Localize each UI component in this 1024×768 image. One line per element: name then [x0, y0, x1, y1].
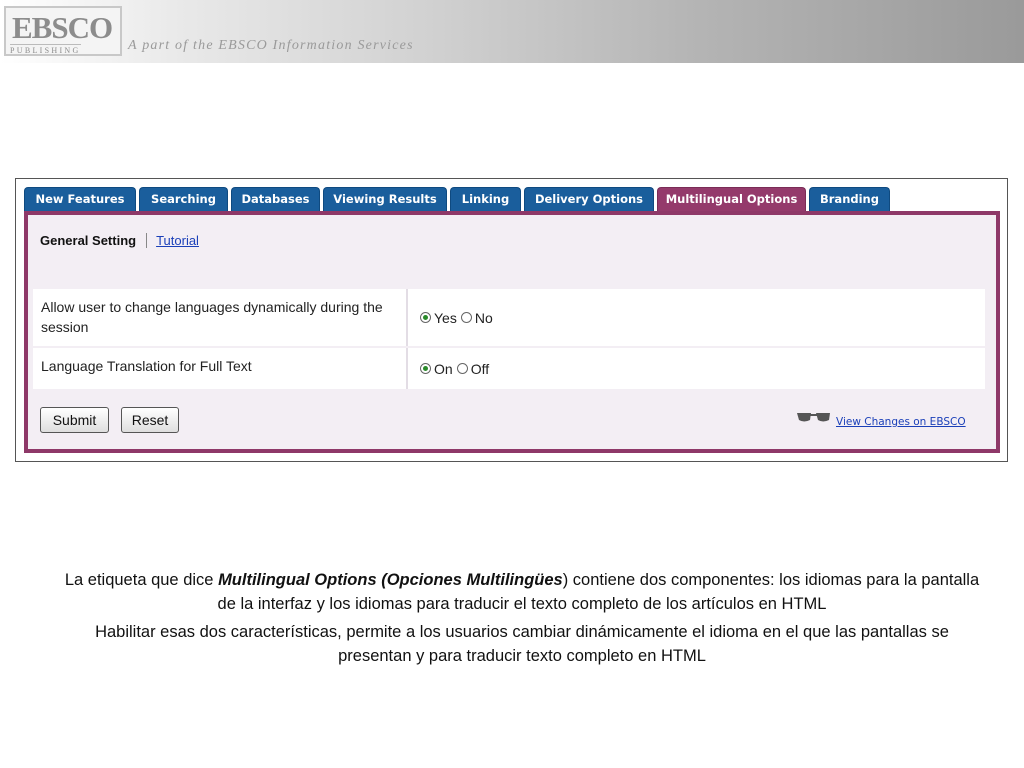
- radio-off[interactable]: [456, 363, 468, 374]
- tab-new-features[interactable]: New Features: [24, 187, 136, 212]
- header-banner: EBSCO PUBLISHING A part of the EBSCO Inf…: [0, 0, 1024, 63]
- reset-button[interactable]: Reset: [121, 407, 179, 433]
- logo-subtext: PUBLISHING: [10, 44, 81, 55]
- caption-paragraph-2: Habilitar esas dos características, perm…: [95, 623, 949, 665]
- ebsco-logo: EBSCO PUBLISHING: [4, 6, 122, 56]
- multilingual-options-panel: General Setting Tutorial Allow user to ch…: [24, 211, 1000, 453]
- radio-no-label: No: [474, 309, 493, 326]
- radio-no[interactable]: [460, 312, 472, 323]
- view-changes-link[interactable]: View Changes on EBSCO: [836, 416, 966, 428]
- settings-table: Allow user to change languages dynamical…: [33, 289, 985, 391]
- tab-viewing-results[interactable]: Viewing Results: [323, 187, 447, 212]
- general-setting-label: General Setting: [40, 233, 137, 248]
- panel-subnav: General Setting Tutorial: [40, 233, 199, 248]
- setting-label: Language Translation for Full Text: [41, 358, 252, 374]
- setting-row-dynamic-language: Allow user to change languages dynamical…: [33, 289, 985, 346]
- tab-databases[interactable]: Databases: [231, 187, 320, 212]
- logo-text: EBSCO: [12, 10, 113, 45]
- setting-row-full-text-translation: Language Translation for Full Text On Of…: [33, 348, 985, 389]
- tutorial-link[interactable]: Tutorial: [156, 233, 199, 248]
- tab-multilingual-options[interactable]: Multilingual Options: [657, 187, 806, 213]
- header-tagline: A part of the EBSCO Information Services: [128, 38, 414, 53]
- radio-on[interactable]: [420, 363, 431, 374]
- tab-linking[interactable]: Linking: [450, 187, 521, 212]
- setting-options: Yes No: [406, 289, 985, 346]
- caption-bold-text: Multilingual Options (Opciones Multiling…: [218, 571, 563, 589]
- caption-text: La etiqueta que dice: [64, 571, 219, 589]
- caption-paragraph-1: La etiqueta que dice Multilingual Option…: [60, 568, 984, 616]
- admin-screenshot-frame: New Features Searching Databases Viewing…: [15, 178, 1008, 462]
- slide-caption: La etiqueta que dice Multilingual Option…: [60, 568, 984, 668]
- radio-off-label: Off: [470, 360, 490, 377]
- setting-options: On Off: [406, 348, 985, 389]
- glasses-icon: [797, 413, 830, 422]
- radio-yes-label: Yes: [434, 309, 457, 326]
- setting-label: Allow user to change languages dynamical…: [41, 299, 383, 335]
- submit-button[interactable]: Submit: [40, 407, 109, 433]
- tab-delivery-options[interactable]: Delivery Options: [524, 187, 654, 212]
- radio-on-label: On: [434, 360, 453, 377]
- tab-searching[interactable]: Searching: [139, 187, 228, 212]
- tab-branding[interactable]: Branding: [809, 187, 890, 212]
- radio-yes[interactable]: [420, 312, 431, 323]
- subnav-divider: [146, 233, 148, 248]
